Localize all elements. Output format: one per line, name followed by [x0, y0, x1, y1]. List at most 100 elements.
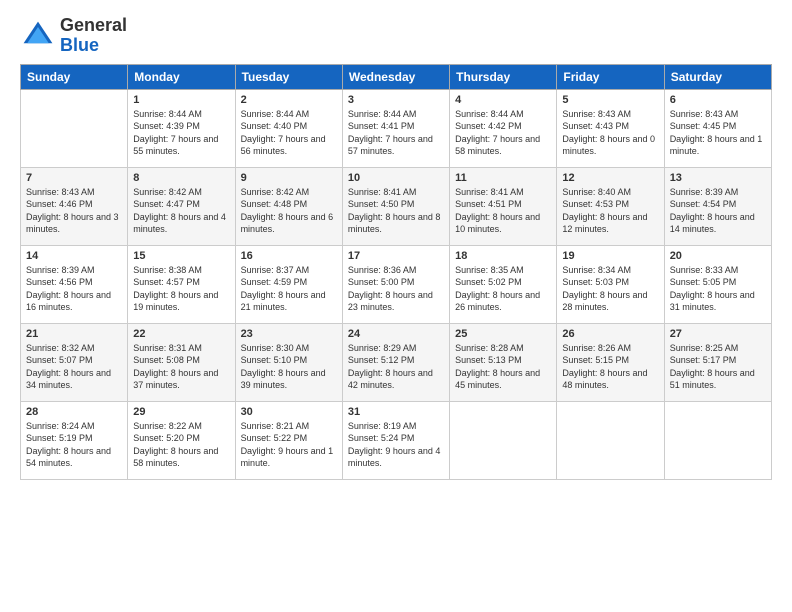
day-number: 14: [26, 250, 122, 262]
day-number: 1: [133, 94, 229, 106]
cell-info: Sunrise: 8:36 AMSunset: 5:00 PMDaylight:…: [348, 265, 433, 313]
day-number: 30: [241, 406, 337, 418]
day-number: 24: [348, 328, 444, 340]
cell-info: Sunrise: 8:44 AMSunset: 4:40 PMDaylight:…: [241, 109, 326, 157]
logo-text: General Blue: [60, 16, 127, 56]
cell-info: Sunrise: 8:40 AMSunset: 4:53 PMDaylight:…: [562, 187, 647, 235]
day-number: 8: [133, 172, 229, 184]
day-number: 16: [241, 250, 337, 262]
calendar-cell: 23Sunrise: 8:30 AMSunset: 5:10 PMDayligh…: [235, 323, 342, 401]
calendar-cell: 30 Sunrise: 8:21 AMSunset: 5:22 PMDayligh…: [235, 401, 342, 479]
cell-info: Sunrise: 8:44 AMSunset: 4:39 PMDaylight:…: [133, 109, 218, 157]
header-day-thursday: Thursday: [450, 64, 557, 89]
calendar-week-2: 7 Sunrise: 8:43 AMSunset: 4:46 PMDaylight…: [21, 167, 772, 245]
calendar-cell: 12 Sunrise: 8:40 AMSunset: 4:53 PMDayligh…: [557, 167, 664, 245]
day-number: 18: [455, 250, 551, 262]
calendar-cell: 28 Sunrise: 8:24 AMSunset: 5:19 PMDayligh…: [21, 401, 128, 479]
calendar-cell: 1 Sunrise: 8:44 AMSunset: 4:39 PMDaylight…: [128, 89, 235, 167]
calendar-week-4: 21Sunrise: 8:32 AMSunset: 5:07 PMDayligh…: [21, 323, 772, 401]
calendar-week-3: 14 Sunrise: 8:39 AMSunset: 4:56 PMDayligh…: [21, 245, 772, 323]
calendar-cell: 24 Sunrise: 8:29 AMSunset: 5:12 PMDayligh…: [342, 323, 449, 401]
calendar-cell: [664, 401, 771, 479]
calendar-cell: 17 Sunrise: 8:36 AMSunset: 5:00 PMDayligh…: [342, 245, 449, 323]
day-number: 11: [455, 172, 551, 184]
cell-info: Sunrise: 8:44 AMSunset: 4:42 PMDaylight:…: [455, 109, 540, 157]
cell-info: Sunrise: 8:43 AMSunset: 4:45 PMDaylight:…: [670, 109, 763, 157]
calendar-cell: [21, 89, 128, 167]
header-day-sunday: Sunday: [21, 64, 128, 89]
cell-info: Sunrise: 8:41 AMSunset: 4:51 PMDaylight:…: [455, 187, 540, 235]
day-number: 23: [241, 328, 337, 340]
calendar-cell: 15Sunrise: 8:38 AMSunset: 4:57 PMDayligh…: [128, 245, 235, 323]
logo: General Blue: [20, 16, 127, 56]
cell-info: Sunrise: 8:44 AMSunset: 4:41 PMDaylight:…: [348, 109, 433, 157]
cell-info: Sunrise: 8:34 AMSunset: 5:03 PMDaylight:…: [562, 265, 647, 313]
cell-info: Sunrise: 8:43 AMSunset: 4:43 PMDaylight:…: [562, 109, 655, 157]
day-number: 12: [562, 172, 658, 184]
cell-info: Sunrise: 8:31 AMSunset: 5:08 PMDaylight:…: [133, 343, 218, 391]
day-number: 3: [348, 94, 444, 106]
calendar-cell: 11 Sunrise: 8:41 AMSunset: 4:51 PMDayligh…: [450, 167, 557, 245]
cell-info: Sunrise: 8:43 AMSunset: 4:46 PMDaylight:…: [26, 187, 119, 235]
day-number: 17: [348, 250, 444, 262]
calendar-cell: 21Sunrise: 8:32 AMSunset: 5:07 PMDayligh…: [21, 323, 128, 401]
calendar-cell: 19 Sunrise: 8:34 AMSunset: 5:03 PMDayligh…: [557, 245, 664, 323]
calendar-cell: 29Sunrise: 8:22 AMSunset: 5:20 PMDayligh…: [128, 401, 235, 479]
header-day-friday: Friday: [557, 64, 664, 89]
calendar-cell: 25 Sunrise: 8:28 AMSunset: 5:13 PMDayligh…: [450, 323, 557, 401]
cell-info: Sunrise: 8:41 AMSunset: 4:50 PMDaylight:…: [348, 187, 441, 235]
day-number: 4: [455, 94, 551, 106]
calendar-cell: 6 Sunrise: 8:43 AMSunset: 4:45 PMDaylight…: [664, 89, 771, 167]
header: General Blue: [20, 16, 772, 56]
calendar-cell: 16Sunrise: 8:37 AMSunset: 4:59 PMDayligh…: [235, 245, 342, 323]
header-day-wednesday: Wednesday: [342, 64, 449, 89]
calendar-cell: 14 Sunrise: 8:39 AMSunset: 4:56 PMDayligh…: [21, 245, 128, 323]
calendar-header-row: SundayMondayTuesdayWednesdayThursdayFrid…: [21, 64, 772, 89]
header-day-saturday: Saturday: [664, 64, 771, 89]
day-number: 15: [133, 250, 229, 262]
calendar-cell: 10 Sunrise: 8:41 AMSunset: 4:50 PMDayligh…: [342, 167, 449, 245]
day-number: 20: [670, 250, 766, 262]
calendar-week-5: 28 Sunrise: 8:24 AMSunset: 5:19 PMDayligh…: [21, 401, 772, 479]
calendar-cell: 20Sunrise: 8:33 AMSunset: 5:05 PMDayligh…: [664, 245, 771, 323]
cell-info: Sunrise: 8:24 AMSunset: 5:19 PMDaylight:…: [26, 421, 111, 469]
calendar-cell: 3 Sunrise: 8:44 AMSunset: 4:41 PMDaylight…: [342, 89, 449, 167]
cell-info: Sunrise: 8:39 AMSunset: 4:54 PMDaylight:…: [670, 187, 755, 235]
cell-info: Sunrise: 8:42 AMSunset: 4:47 PMDaylight:…: [133, 187, 226, 235]
cell-info: Sunrise: 8:21 AMSunset: 5:22 PMDaylight:…: [241, 421, 334, 469]
calendar-cell: 4 Sunrise: 8:44 AMSunset: 4:42 PMDaylight…: [450, 89, 557, 167]
day-number: 28: [26, 406, 122, 418]
calendar-cell: [557, 401, 664, 479]
day-number: 21: [26, 328, 122, 340]
day-number: 22: [133, 328, 229, 340]
calendar-cell: 26 Sunrise: 8:26 AMSunset: 5:15 PMDayligh…: [557, 323, 664, 401]
cell-info: Sunrise: 8:29 AMSunset: 5:12 PMDaylight:…: [348, 343, 433, 391]
cell-info: Sunrise: 8:35 AMSunset: 5:02 PMDaylight:…: [455, 265, 540, 313]
day-number: 7: [26, 172, 122, 184]
day-number: 31: [348, 406, 444, 418]
day-number: 2: [241, 94, 337, 106]
day-number: 6: [670, 94, 766, 106]
cell-info: Sunrise: 8:26 AMSunset: 5:15 PMDaylight:…: [562, 343, 647, 391]
cell-info: Sunrise: 8:39 AMSunset: 4:56 PMDaylight:…: [26, 265, 111, 313]
day-number: 26: [562, 328, 658, 340]
calendar-cell: 18 Sunrise: 8:35 AMSunset: 5:02 PMDayligh…: [450, 245, 557, 323]
cell-info: Sunrise: 8:28 AMSunset: 5:13 PMDaylight:…: [455, 343, 540, 391]
cell-info: Sunrise: 8:25 AMSunset: 5:17 PMDaylight:…: [670, 343, 755, 391]
cell-info: Sunrise: 8:19 AMSunset: 5:24 PMDaylight:…: [348, 421, 441, 469]
calendar-cell: 7 Sunrise: 8:43 AMSunset: 4:46 PMDaylight…: [21, 167, 128, 245]
calendar-cell: 22 Sunrise: 8:31 AMSunset: 5:08 PMDayligh…: [128, 323, 235, 401]
day-number: 10: [348, 172, 444, 184]
cell-info: Sunrise: 8:22 AMSunset: 5:20 PMDaylight:…: [133, 421, 218, 469]
day-number: 19: [562, 250, 658, 262]
day-number: 9: [241, 172, 337, 184]
calendar-cell: 2 Sunrise: 8:44 AMSunset: 4:40 PMDaylight…: [235, 89, 342, 167]
calendar-table: SundayMondayTuesdayWednesdayThursdayFrid…: [20, 64, 772, 480]
header-day-tuesday: Tuesday: [235, 64, 342, 89]
calendar-cell: 8 Sunrise: 8:42 AMSunset: 4:47 PMDaylight…: [128, 167, 235, 245]
calendar-cell: 31 Sunrise: 8:19 AMSunset: 5:24 PMDayligh…: [342, 401, 449, 479]
day-number: 27: [670, 328, 766, 340]
day-number: 25: [455, 328, 551, 340]
calendar-cell: [450, 401, 557, 479]
calendar-cell: 27 Sunrise: 8:25 AMSunset: 5:17 PMDayligh…: [664, 323, 771, 401]
